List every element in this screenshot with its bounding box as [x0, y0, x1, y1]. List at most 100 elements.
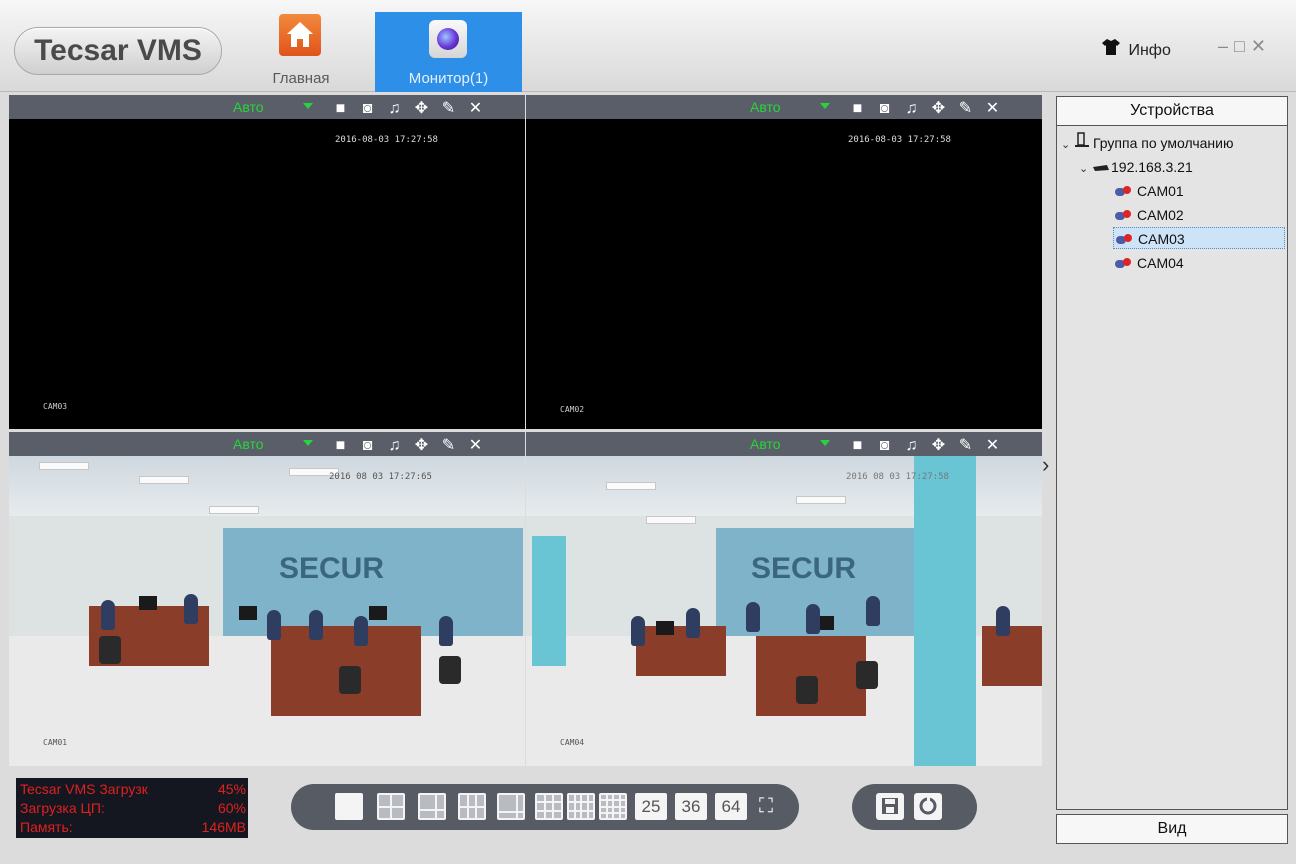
nav-home-label: Главная [272, 70, 330, 87]
color-adjust-icon[interactable]: ✎ [952, 98, 979, 118]
layout-8-button[interactable] [458, 793, 486, 820]
osd-timestamp: 2016 08 03 17:27:65 [329, 472, 432, 482]
snapshot-icon[interactable]: ◙ [354, 437, 381, 455]
status-row: Загрузка ЦП: 60% [20, 799, 246, 818]
camera-feed-image: SECUR 2016 08 03 17:27:65 CAM01 [9, 456, 525, 766]
save-icon[interactable] [876, 793, 904, 820]
record-icon[interactable]: ■ [844, 437, 871, 455]
wall-logo: SECUR [279, 552, 385, 585]
tree-device-node[interactable]: ⌄ 192.168.3.21 [1079, 156, 1193, 178]
action-toolbar [852, 784, 977, 830]
close-icon[interactable]: ✕ [462, 435, 489, 455]
layout-64-button[interactable]: 64 [715, 793, 747, 820]
ptz-icon[interactable]: ✥ [408, 98, 435, 118]
tree-camera-node[interactable]: CAM01 [1115, 180, 1184, 202]
osd-timestamp: 2016-08-03 17:27:58 [335, 135, 438, 145]
color-adjust-icon[interactable]: ✎ [435, 98, 462, 118]
close-icon[interactable]: ✕ [979, 98, 1006, 118]
chevron-down-icon[interactable]: ⌄ [1061, 134, 1075, 156]
minimize-icon[interactable]: – [1218, 36, 1234, 56]
layout-25-button[interactable]: 25 [635, 793, 667, 820]
stream-mode-select[interactable]: Авто [233, 99, 313, 115]
audio-icon[interactable]: ♫ [381, 100, 408, 118]
home-icon [279, 14, 321, 56]
audio-icon[interactable]: ♫ [898, 100, 925, 118]
refresh-icon[interactable] [914, 793, 942, 820]
record-icon[interactable]: ■ [327, 100, 354, 118]
device-sidebar: Устройства ⌄ Группа по умолчанию ⌄ 192.1… [1056, 96, 1288, 846]
nav-home-button[interactable]: Главная [262, 12, 340, 92]
shirt-icon [1102, 39, 1124, 60]
ptz-icon[interactable]: ✥ [408, 435, 435, 455]
osd-camera-label: CAM04 [560, 738, 585, 747]
device-tree: ⌄ Группа по умолчанию ⌄ 192.168.3.21 CAM… [1056, 126, 1288, 810]
snapshot-icon[interactable]: ◙ [354, 100, 381, 118]
device-ip-label: 192.168.3.21 [1111, 159, 1193, 175]
close-icon[interactable]: ✕ [1251, 36, 1272, 56]
collapse-sidebar-arrow[interactable]: › [1042, 452, 1049, 478]
camera-icon [1115, 258, 1131, 268]
osd-camera-label: CAM02 [560, 405, 585, 414]
camera-label: CAM01 [1137, 183, 1184, 199]
nvr-icon [1093, 156, 1111, 178]
stream-mode-select[interactable]: Авто [750, 436, 830, 452]
status-label: Память: [20, 819, 73, 835]
chevron-down-icon[interactable] [303, 103, 313, 109]
camera-icon [1116, 234, 1132, 244]
fullscreen-icon[interactable]: ⛶ [751, 793, 781, 820]
chevron-down-icon[interactable]: ⌄ [1079, 158, 1093, 180]
video-pane[interactable]: Авто ■ ◙ ♫ ✥ ✎ ✕ SECUR 2016 08 03 17:27:… [9, 432, 525, 766]
devices-header[interactable]: Устройства [1056, 96, 1288, 126]
color-adjust-icon[interactable]: ✎ [952, 435, 979, 455]
tree-camera-node-selected[interactable]: CAM03 [1113, 227, 1285, 249]
pane-toolbar: Авто ■ ◙ ♫ ✥ ✎ ✕ [526, 95, 1042, 119]
record-icon[interactable]: ■ [327, 437, 354, 455]
video-pane[interactable]: Авто ■ ◙ ♫ ✥ ✎ ✕ 2016-08-03 17:27:58 CAM02 [526, 95, 1042, 429]
layout-16-button[interactable] [599, 793, 627, 820]
system-status-panel: Tecsar VMS Загрузк 45% Загрузка ЦП: 60% … [16, 778, 248, 838]
audio-icon[interactable]: ♫ [898, 437, 925, 455]
layout-13-button[interactable] [567, 793, 595, 820]
layout-10-button[interactable] [497, 793, 525, 820]
chevron-down-icon[interactable] [820, 440, 830, 446]
nav-monitor-button[interactable]: Монитор(1) [375, 12, 522, 92]
pane-toolbar: Авто ■ ◙ ♫ ✥ ✎ ✕ [9, 432, 525, 456]
status-row: Память: 146MB [20, 818, 246, 837]
ptz-icon[interactable]: ✥ [925, 435, 952, 455]
group-icon [1075, 132, 1093, 154]
app-window: Tecsar VMS Главная Монитор(1) Инфо –□✕ А… [0, 0, 1296, 864]
color-adjust-icon[interactable]: ✎ [435, 435, 462, 455]
layout-6-button[interactable] [418, 793, 446, 820]
tree-camera-node[interactable]: CAM02 [1115, 204, 1184, 226]
close-icon[interactable]: ✕ [462, 98, 489, 118]
stream-mode-select[interactable]: Авто [233, 436, 313, 452]
tree-camera-node[interactable]: CAM04 [1115, 252, 1184, 274]
title-bar: Tecsar VMS Главная Монитор(1) Инфо –□✕ [0, 0, 1296, 92]
video-pane[interactable]: Авто ■ ◙ ♫ ✥ ✎ ✕ SECUR 2016 08 03 17:27:… [526, 432, 1042, 766]
record-icon[interactable]: ■ [844, 100, 871, 118]
layout-4-button[interactable] [377, 793, 405, 820]
camera-icon [1115, 186, 1131, 196]
status-value: 45% [217, 781, 246, 797]
close-icon[interactable]: ✕ [979, 435, 1006, 455]
maximize-icon[interactable]: □ [1234, 36, 1251, 56]
view-tab[interactable]: Вид [1056, 814, 1288, 844]
layout-9-button[interactable] [535, 793, 563, 820]
audio-icon[interactable]: ♫ [381, 437, 408, 455]
camera-label: CAM03 [1138, 231, 1185, 247]
ptz-icon[interactable]: ✥ [925, 98, 952, 118]
video-pane[interactable]: Авто ■ ◙ ♫ ✥ ✎ ✕ 2016-08-03 17:27:58 CAM03 [9, 95, 525, 429]
camera-label: CAM02 [1137, 207, 1184, 223]
pane-toolbar: Авто ■ ◙ ♫ ✥ ✎ ✕ [526, 432, 1042, 456]
status-label: Загрузка ЦП: [20, 800, 105, 816]
snapshot-icon[interactable]: ◙ [871, 100, 898, 118]
stream-mode-select[interactable]: Авто [750, 99, 830, 115]
window-controls: –□✕ [1218, 36, 1272, 57]
info-button[interactable]: Инфо [1102, 39, 1171, 60]
layout-1-button[interactable] [335, 793, 363, 820]
layout-36-button[interactable]: 36 [675, 793, 707, 820]
chevron-down-icon[interactable] [303, 440, 313, 446]
chevron-down-icon[interactable] [820, 103, 830, 109]
snapshot-icon[interactable]: ◙ [871, 437, 898, 455]
tree-group-node[interactable]: ⌄ Группа по умолчанию [1061, 132, 1233, 154]
